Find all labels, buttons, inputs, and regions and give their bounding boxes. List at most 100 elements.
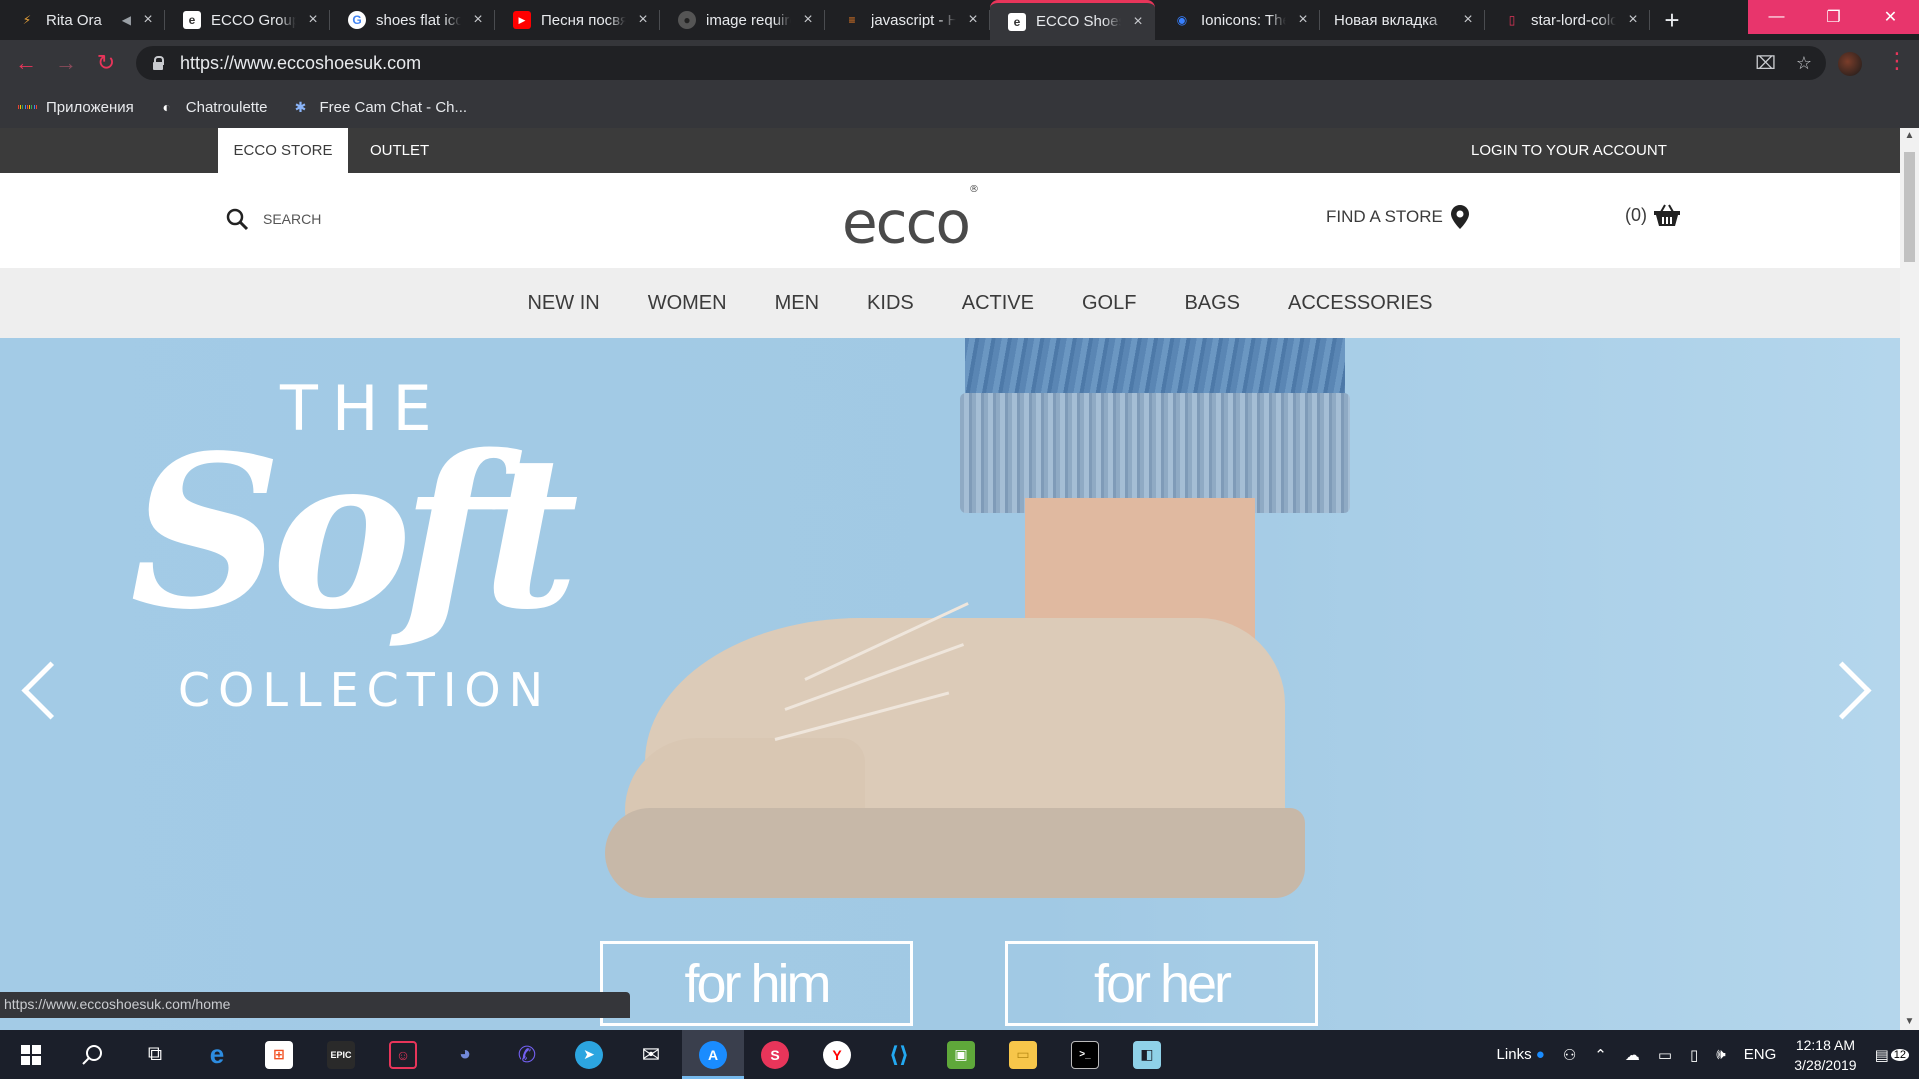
discord-icon[interactable]: ◕ [434, 1030, 496, 1079]
search-placeholder: SEARCH [263, 211, 322, 227]
close-icon[interactable]: × [801, 11, 815, 29]
tab[interactable]: ▶ Песня посвящ × [495, 0, 660, 40]
telegram-icon[interactable]: ➤ [558, 1030, 620, 1079]
battery-icon[interactable]: ▭ [1658, 1046, 1672, 1064]
links-toolbar[interactable]: Links ● [1497, 1046, 1545, 1063]
tab[interactable]: Новая вкладка × [1320, 0, 1485, 40]
tab[interactable]: ◉ Ionicons: The × [1155, 0, 1320, 40]
viber-icon[interactable]: ✆ [496, 1030, 558, 1079]
carousel-prev-arrow-icon[interactable] [18, 658, 58, 718]
close-icon[interactable]: × [1461, 11, 1475, 29]
skype-icon[interactable]: S [744, 1030, 806, 1079]
tab[interactable]: ▯ star-lord-color × [1485, 0, 1650, 40]
page-scrollbar[interactable]: ▲ ▼ [1900, 128, 1919, 1030]
more-menu-icon[interactable]: ⋮ [1886, 48, 1908, 78]
scroll-up-icon[interactable]: ▲ [1900, 128, 1919, 144]
nav-bags[interactable]: BAGS [1184, 292, 1240, 315]
nav-men[interactable]: MEN [775, 292, 819, 315]
minecraft-icon[interactable]: ▣ [930, 1030, 992, 1079]
search-input[interactable]: SEARCH [225, 207, 321, 231]
vscode-icon[interactable]: ⟨⟩ [868, 1030, 930, 1079]
tab-title: star-lord-color [1531, 11, 1616, 29]
clock[interactable]: 12:18 AM 3/28/2019 [1794, 1035, 1856, 1075]
nav-accessories[interactable]: ACCESSORIES [1288, 292, 1432, 315]
tab[interactable]: G shoes flat icon × [330, 0, 495, 40]
speaker-icon[interactable]: ◀ [122, 13, 131, 27]
bookmark-chatroulette[interactable]: ◐ Chatroulette [158, 98, 268, 116]
find-store-label: FIND A STORE [1326, 207, 1443, 226]
onedrive-icon[interactable]: ☁ [1625, 1046, 1640, 1064]
lock-icon[interactable] [152, 56, 164, 70]
notifications-button[interactable]: ▤ 12 [1875, 1046, 1909, 1064]
scroll-thumb[interactable] [1904, 152, 1915, 262]
forward-arrow-icon[interactable]: → [46, 43, 86, 83]
language-indicator[interactable]: ENG [1744, 1046, 1777, 1063]
tab-strip: ⚡ Rita Ora ◀ × e ECCO Group × G shoes fl… [0, 0, 1919, 40]
outlet-link[interactable]: OUTLET [370, 128, 429, 173]
close-icon[interactable]: × [1626, 11, 1640, 29]
app-store-badge-icon: ● [1535, 1046, 1545, 1063]
volume-icon[interactable]: 🕪 [1716, 1046, 1725, 1063]
people-icon[interactable]: ⚇ [1563, 1046, 1576, 1064]
close-icon[interactable]: × [141, 11, 155, 29]
scroll-down-icon[interactable]: ▼ [1900, 1014, 1919, 1030]
task-view-icon[interactable]: ⧉ [124, 1030, 186, 1079]
file-explorer-icon[interactable]: ▭ [992, 1030, 1054, 1079]
nav-women[interactable]: WOMEN [648, 292, 727, 315]
terminal-icon[interactable]: >_ [1054, 1030, 1116, 1079]
avatar[interactable] [1838, 52, 1862, 76]
translate-icon[interactable]: ⌧ [1755, 53, 1776, 74]
close-icon[interactable]: × [1131, 13, 1145, 31]
tab[interactable]: ⚡ Rita Ora ◀ × [0, 0, 165, 40]
bookmark-apps[interactable]: Приложения [18, 98, 134, 116]
ecco-logo[interactable]: ecco® [842, 184, 979, 251]
for-her-button[interactable]: for her [1005, 941, 1318, 1026]
tab[interactable]: ● image require × [660, 0, 825, 40]
close-icon[interactable]: × [636, 11, 650, 29]
chatroulette-icon: ◐ [162, 99, 171, 115]
davinci-icon[interactable]: ☺ [372, 1030, 434, 1079]
login-link[interactable]: LOGIN TO YOUR ACCOUNT [1471, 128, 1667, 173]
nav-new-in[interactable]: NEW IN [527, 292, 599, 315]
tab[interactable]: e ECCO Group × [165, 0, 330, 40]
search-icon [226, 208, 249, 231]
stackoverflow-icon: ≡ [848, 13, 856, 27]
close-icon[interactable]: × [471, 11, 485, 29]
epic-games-icon[interactable]: EPIC [310, 1030, 372, 1079]
edge-icon[interactable]: e [186, 1030, 248, 1079]
logo-text: ecco [842, 188, 971, 257]
ecco-store-tab[interactable]: ECCO STORE [218, 128, 348, 173]
mail-icon[interactable]: ✉ [620, 1030, 682, 1079]
chevron-up-icon[interactable]: ⌃ [1594, 1046, 1607, 1064]
new-tab-button[interactable]: + [1650, 0, 1694, 40]
yandex-icon[interactable]: Y [806, 1030, 868, 1079]
close-window-icon[interactable]: ✕ [1862, 0, 1919, 34]
star-icon[interactable]: ☆ [1796, 53, 1812, 74]
find-store-link[interactable]: FIND A STORE [1326, 205, 1469, 229]
network-icon[interactable]: ▯ [1690, 1046, 1698, 1064]
nav-golf[interactable]: GOLF [1082, 292, 1136, 315]
nav-kids[interactable]: KIDS [867, 292, 914, 315]
windows-start-icon[interactable] [0, 1030, 62, 1079]
restore-icon[interactable]: ❐ [1805, 0, 1862, 34]
hero-banner[interactable]: THE Soft COLLECTION for him for her [0, 338, 1900, 1030]
tab[interactable]: ≡ javascript - H × [825, 0, 990, 40]
for-him-button[interactable]: for him [600, 941, 913, 1026]
address-bar[interactable]: https://www.eccoshoesuk.com ⌧ ☆ [136, 46, 1826, 80]
back-arrow-icon[interactable]: ← [6, 43, 46, 83]
minimize-icon[interactable]: — [1748, 0, 1805, 34]
store-icon[interactable]: ⊞ [248, 1030, 310, 1079]
carousel-next-arrow-icon[interactable] [1830, 658, 1870, 718]
bookmark-freecam[interactable]: ✱ Free Cam Chat - Ch... [291, 98, 467, 116]
cart-button[interactable]: (0) [1625, 203, 1681, 227]
search-icon[interactable] [62, 1030, 124, 1079]
url-text[interactable]: https://www.eccoshoesuk.com [180, 53, 421, 74]
nav-active[interactable]: ACTIVE [962, 292, 1034, 315]
close-icon[interactable]: × [1296, 11, 1310, 29]
notes-icon[interactable]: ◧ [1116, 1030, 1178, 1079]
app-store-icon[interactable]: A [682, 1030, 744, 1079]
close-icon[interactable]: × [306, 11, 320, 29]
tab-active[interactable]: e ECCO Shoes × [990, 0, 1155, 40]
close-icon[interactable]: × [966, 11, 980, 29]
reload-icon[interactable]: ↻ [86, 43, 126, 83]
